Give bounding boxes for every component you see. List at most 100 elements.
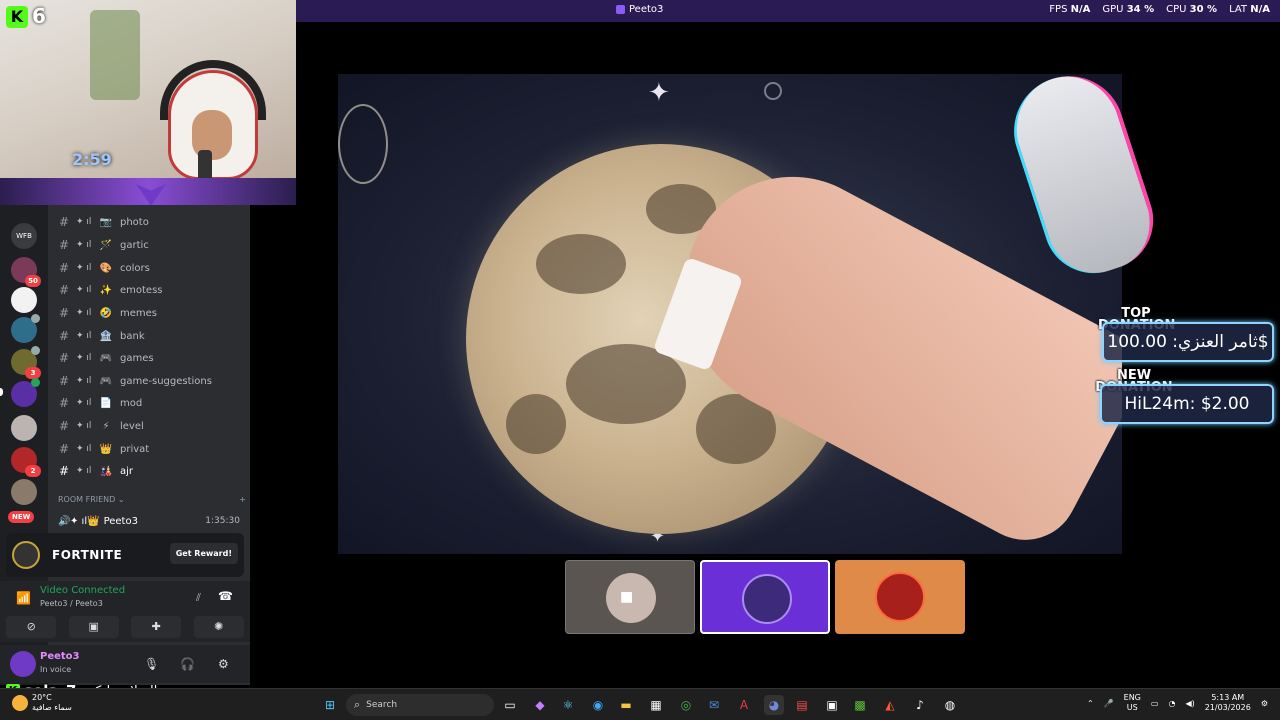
participant-tile-active[interactable] — [700, 560, 830, 634]
signal-icon[interactable]: 📶 — [16, 591, 31, 605]
chrome-icon[interactable]: ◎ — [676, 695, 696, 715]
taskbar-search[interactable]: ⌕ Search — [346, 694, 494, 716]
channel-privat[interactable]: # ✦ ıl 👑 privat — [48, 439, 250, 459]
tiktok-icon[interactable]: ♪ — [910, 695, 930, 715]
start-icon[interactable]: ⊞ — [320, 695, 340, 715]
headphones-icon[interactable]: 🎧 — [180, 657, 195, 671]
text-channel-icon: # — [58, 329, 70, 343]
mic-tray-icon[interactable]: 🎤 — [1104, 699, 1114, 708]
activities-button[interactable]: ✚ — [131, 616, 182, 638]
selected-indicator — [0, 388, 3, 396]
channel-mod[interactable]: # ✦ ıl 📄 mod — [48, 393, 250, 413]
server-icon[interactable]: 2 — [11, 447, 41, 477]
wall-decor — [90, 10, 140, 100]
channel-ajr[interactable]: # ✦ ıl 🎎 ajr — [48, 461, 250, 481]
text-channel-icon: # — [58, 306, 70, 320]
soundboard-button[interactable]: ✺ — [193, 616, 244, 638]
language-indicator[interactable]: ENG US — [1124, 693, 1141, 713]
main-video: ✦ ✦ — [338, 74, 1122, 554]
participant-tile[interactable]: ■ — [565, 560, 695, 634]
app-icon — [616, 5, 625, 14]
clock[interactable]: 5:13 AM 21/03/2026 — [1205, 693, 1251, 713]
mention-badge: 3 — [25, 367, 41, 379]
server-icon[interactable]: 50 — [11, 257, 41, 287]
channel-games[interactable]: # ✦ ıl 🎮 games — [48, 348, 250, 368]
notification-icon[interactable]: ⚙ — [1261, 699, 1268, 708]
webcam-feed: K 6 2:59 — [0, 0, 296, 205]
mouse-overlay — [999, 61, 1168, 287]
status-dot — [31, 314, 40, 323]
discord-icon[interactable]: ◕ — [764, 695, 784, 715]
participant-avatar — [875, 572, 925, 622]
server-icon[interactable] — [11, 479, 37, 505]
star-shape: ✦ — [648, 78, 670, 108]
voice-channel-peeto3[interactable]: 🔊 ✦ ıl 👑 Peeto3 1:35:30 — [48, 512, 250, 530]
avatar[interactable] — [10, 651, 36, 677]
gear-icon[interactable]: ⚙ — [218, 657, 229, 671]
mention-badge: 50 — [25, 275, 41, 287]
minecraft-icon[interactable]: ▩ — [850, 695, 870, 715]
channel-game-suggestions[interactable]: # ✦ ıl 🎮 game-suggestions — [48, 371, 250, 391]
camera-off-button[interactable]: ⊘ — [6, 616, 57, 638]
edge-icon[interactable]: ◉ — [588, 695, 608, 715]
server-icon[interactable]: 3 — [11, 346, 41, 379]
desk-clock: 2:59 — [72, 150, 112, 169]
server-icon-wfb[interactable]: WFB — [11, 223, 37, 249]
voice-location[interactable]: Peeto3 / Peeto3 — [40, 599, 103, 608]
microphone-icon[interactable]: 🎙 — [144, 657, 159, 671]
text-channel-icon: # — [58, 374, 70, 388]
channel-photo[interactable]: # ✦ ıl 📷 photo — [48, 212, 250, 232]
obs-icon[interactable]: ◍ — [940, 695, 960, 715]
server-icon[interactable] — [11, 314, 40, 343]
file-explorer-icon[interactable]: ▬ — [616, 695, 636, 715]
weather-widget[interactable]: 20°C سماء صافية — [12, 693, 72, 713]
add-channel-button[interactable]: + — [239, 495, 246, 509]
screen-share-button[interactable]: ▣ — [68, 616, 119, 638]
get-reward-button[interactable]: Get Reward! — [169, 543, 238, 564]
channel-bank[interactable]: # ✦ ıl 🏦 bank — [48, 326, 250, 346]
stat-gpu: GPU 34 % — [1102, 4, 1155, 15]
mail-icon[interactable]: ✉ — [704, 695, 724, 715]
participant-tile[interactable] — [835, 560, 965, 634]
new-badge: NEW — [8, 511, 35, 523]
chevron-up-icon[interactable]: ⌃ — [1087, 699, 1094, 708]
react-icon[interactable]: ⚛ — [558, 695, 578, 715]
search-icon: ⌕ — [354, 698, 361, 711]
taskbar: 20°C سماء صافية ⊞ ⌕ Search ▭ ◆ ⚛ ◉ ▬ ▦ ◎ … — [0, 688, 1280, 720]
channel-memes[interactable]: # ✦ ıl 🤣 memes — [48, 303, 250, 323]
camera-icon: ■ — [620, 589, 634, 605]
channel-gartic[interactable]: # ✦ ıl 🪄 gartic — [48, 235, 250, 255]
server-icon[interactable] — [11, 415, 37, 441]
user-panel: Peeto3 In voice 🎙 🎧 ⚙ — [0, 645, 250, 683]
noise-suppression-icon[interactable]: ⫽ — [196, 591, 201, 605]
wifi-icon[interactable]: ◔ — [1168, 699, 1175, 708]
volume-icon[interactable]: ◀) — [1185, 699, 1194, 708]
gaming-mouse-image — [999, 61, 1167, 287]
promo-banner[interactable]: FORTNITE Get Reward! — [6, 533, 244, 577]
server-icon[interactable] — [11, 287, 37, 313]
network-icon[interactable]: ▭ — [1151, 699, 1159, 708]
category-label: ROOM FRIEND ⌄ — [58, 495, 125, 504]
viewer-count: 6 — [32, 4, 46, 28]
username[interactable]: Peeto3 — [40, 651, 80, 662]
channel-level[interactable]: # ✦ ıl ⚡ level — [48, 416, 250, 436]
small-planet — [764, 82, 782, 100]
weather-desc: سماء صافية — [32, 703, 72, 712]
sun-icon — [12, 695, 28, 711]
store-icon[interactable]: ▦ — [646, 695, 666, 715]
server-icon-selected[interactable] — [11, 378, 40, 407]
copilot-icon[interactable]: ◆ — [530, 695, 550, 715]
channel-emotess[interactable]: # ✦ ıl ✨ emotess — [48, 280, 250, 300]
screen: Peeto3 FPS N/A GPU 34 % CPU 30 % LAT N/A… — [0, 0, 1280, 720]
task-view-icon[interactable]: ▭ — [500, 695, 520, 715]
app-a-icon[interactable]: A — [734, 695, 754, 715]
capcut-icon[interactable]: ▣ — [822, 695, 842, 715]
recording-app-icon[interactable]: ▤ — [792, 695, 812, 715]
category-room-friend[interactable]: ROOM FRIEND ⌄ + — [58, 495, 246, 509]
brave-icon[interactable]: ◭ — [880, 695, 900, 715]
channel-colors[interactable]: # ✦ ıl 🎨 colors — [48, 258, 250, 278]
disconnect-icon[interactable]: ☎ — [218, 589, 233, 603]
text-channel-icon: # — [58, 464, 70, 478]
promo-brand: FORTNITE — [52, 548, 123, 562]
chevron-down-icon: ⌄ — [117, 495, 125, 504]
